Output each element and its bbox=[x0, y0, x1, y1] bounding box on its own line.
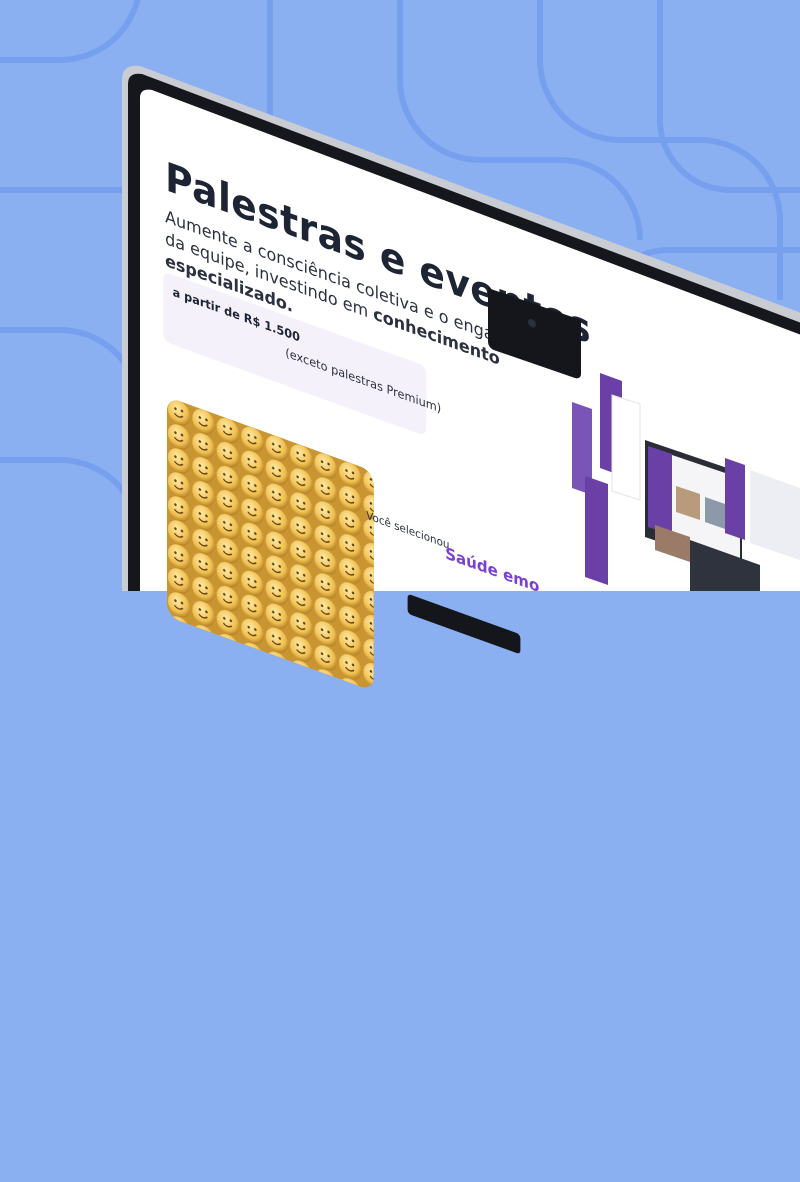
dark-button[interactable] bbox=[407, 593, 521, 655]
selected-value[interactable]: Saúde emo bbox=[445, 543, 539, 596]
smiley-balls-image bbox=[166, 396, 374, 692]
selected-label: Você selecionou bbox=[366, 508, 450, 552]
camera-icon bbox=[528, 317, 536, 329]
smiley-pattern bbox=[166, 396, 374, 692]
